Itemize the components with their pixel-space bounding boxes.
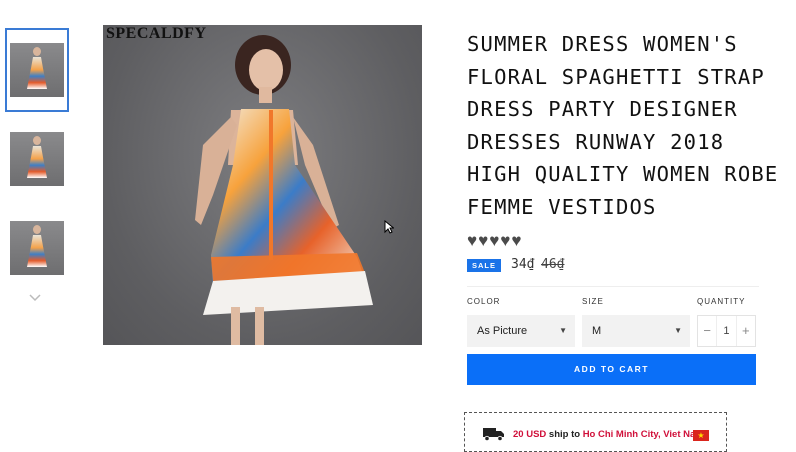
heart-icon: ♥ (489, 231, 500, 250)
compare-price: 46₫ (541, 257, 565, 272)
shipping-text: 20 USD ship to Ho Chi Minh City, Viet Na… (513, 429, 704, 440)
thumbnail-image (10, 132, 64, 186)
heart-icon: ♥ (500, 231, 511, 250)
heart-icon: ♥ (478, 231, 489, 250)
thumbnail-gallery (0, 0, 80, 441)
vietnam-flag-icon: ★ (693, 430, 709, 441)
caret-down-icon: ▼ (674, 326, 682, 335)
quantity-label: QUANTITY (697, 297, 746, 306)
color-select[interactable]: As Picture ▼ (467, 315, 575, 347)
quantity-plus-button[interactable]: + (737, 316, 755, 346)
heart-icon: ♥ (467, 231, 478, 250)
shipping-destination: Ho Chi Minh City, Viet Nam (582, 429, 704, 440)
thumbnail-2[interactable] (5, 117, 69, 201)
product-title: SUMMER DRESS WOMEN'S FLORAL SPAGHETTI ST… (467, 32, 779, 219)
divider (467, 286, 759, 287)
size-select-value: M (592, 325, 602, 337)
quantity-stepper: − 1 + (697, 315, 756, 347)
thumbnail-image (10, 43, 64, 97)
product-price: 34₫ (511, 257, 535, 272)
thumbnail-3[interactable] (5, 206, 69, 290)
rating-hearts[interactable]: ♥ ♥ ♥ ♥ ♥ (467, 231, 522, 250)
chevron-down-icon[interactable] (29, 292, 41, 304)
size-label: SIZE (582, 297, 604, 306)
color-label: COLOR (467, 297, 501, 306)
color-select-value: As Picture (477, 325, 528, 337)
shipping-text-mid: ship to (548, 429, 581, 440)
dress-model-illustration (195, 35, 373, 345)
add-to-cart-button[interactable]: ADD TO CART (467, 354, 756, 385)
thumbnail-image (10, 221, 64, 275)
shipping-info-box: 20 USD ship to Ho Chi Minh City, Viet Na… (464, 412, 727, 452)
product-main-image[interactable]: SPECALDFY (103, 25, 422, 345)
sale-badge: SALE (467, 259, 502, 272)
thumbnail-1[interactable] (5, 28, 69, 112)
heart-icon: ♥ (511, 231, 522, 250)
truck-icon (483, 428, 504, 441)
caret-down-icon: ▼ (559, 326, 567, 335)
quantity-input[interactable]: 1 (716, 316, 737, 346)
size-select[interactable]: M ▼ (582, 315, 690, 347)
shipping-amount: 20 USD (513, 429, 547, 440)
quantity-minus-button[interactable]: − (698, 316, 716, 346)
mouse-cursor-icon (384, 220, 394, 234)
